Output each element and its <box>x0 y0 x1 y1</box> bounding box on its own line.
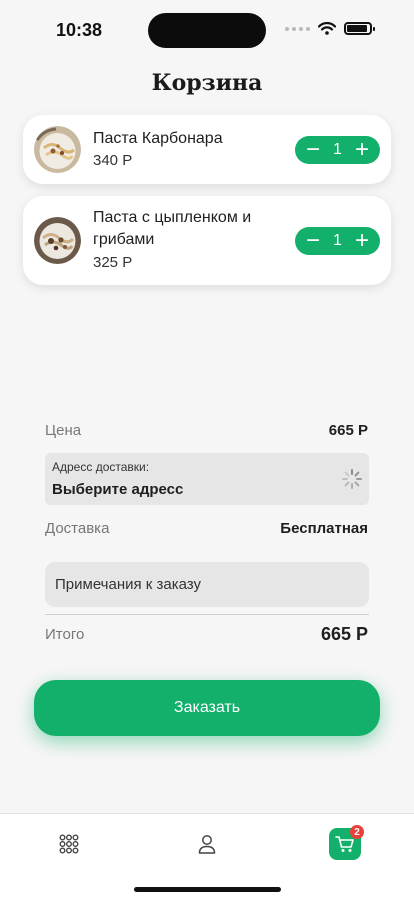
dynamic-island <box>148 13 266 48</box>
quantity-value: 1 <box>333 141 342 158</box>
cart-item: Паста с цыпленком и грибами 325 Р − 1 + <box>23 196 391 285</box>
home-indicator <box>134 887 281 892</box>
tab-menu[interactable] <box>53 828 85 860</box>
status-bar: 10:38 <box>0 0 414 60</box>
dish-image <box>34 217 81 264</box>
order-notes-input[interactable] <box>45 562 369 607</box>
wifi-icon <box>318 22 336 35</box>
increase-quantity-button[interactable]: + <box>352 229 372 253</box>
item-name: Паста Карбонара <box>93 130 223 147</box>
status-icons <box>285 22 375 35</box>
divider <box>45 614 369 615</box>
profile-icon <box>198 835 216 854</box>
cart-item: Паста Карбонара 340 Р − 1 + <box>23 115 391 184</box>
delivery-label: Доставка <box>45 520 110 537</box>
quantity-stepper: − 1 + <box>295 227 380 255</box>
address-selector[interactable]: Адресс доставки: Выберите адресс <box>45 453 369 505</box>
item-price: 340 Р <box>93 152 133 169</box>
page-title: Корзина <box>151 70 263 96</box>
item-name: Паста с цыпленком и грибами <box>93 209 252 248</box>
order-button[interactable]: Заказать <box>34 680 380 736</box>
delivery-value: Бесплатная <box>280 520 368 537</box>
tab-cart[interactable]: 2 <box>329 825 364 860</box>
total-label: Итого <box>45 626 85 643</box>
tab-profile[interactable] <box>191 828 223 860</box>
status-time: 10:38 <box>56 20 103 40</box>
price-label: Цена <box>45 422 82 439</box>
signal-icon <box>285 26 310 31</box>
total-value: 665 Р <box>320 624 368 644</box>
quantity-value: 1 <box>333 232 342 249</box>
grid-menu-icon <box>59 834 79 854</box>
dish-image <box>34 126 81 173</box>
decrease-quantity-button[interactable]: − <box>303 229 323 253</box>
decrease-quantity-button[interactable]: − <box>303 138 323 162</box>
item-price: 325 Р <box>93 254 133 271</box>
increase-quantity-button[interactable]: + <box>352 138 372 162</box>
price-value: 665 Р <box>328 422 368 439</box>
loading-spinner-icon <box>342 469 362 489</box>
battery-icon <box>344 22 375 35</box>
quantity-stepper: − 1 + <box>295 136 380 164</box>
cart-count-badge: 2 <box>350 825 364 839</box>
address-caption: Адресс доставки: <box>52 460 150 474</box>
address-value: Выберите адресс <box>52 481 184 498</box>
